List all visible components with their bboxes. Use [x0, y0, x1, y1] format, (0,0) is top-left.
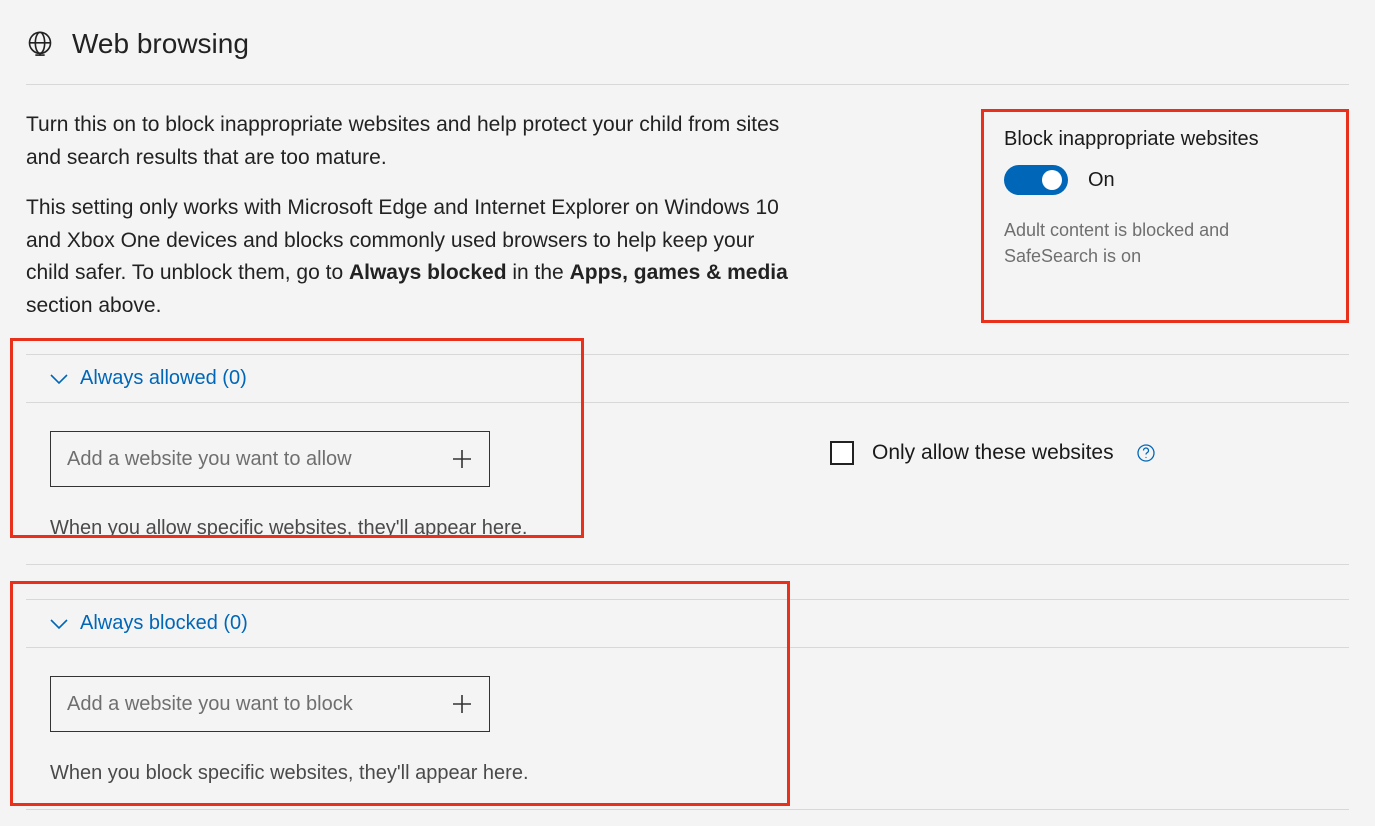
add-allow-placeholder: Add a website you want to allow — [67, 448, 352, 471]
always-allowed-section: Always allowed (0) Add a website you wan… — [26, 354, 1349, 565]
always-allowed-header[interactable]: Always allowed (0) — [26, 355, 1349, 402]
chevron-down-icon — [50, 373, 68, 385]
globe-icon — [26, 30, 54, 58]
plus-icon[interactable] — [451, 448, 473, 470]
only-allow-checkbox[interactable] — [830, 441, 854, 465]
description: Turn this on to block inappropriate webs… — [26, 109, 796, 340]
always-blocked-header[interactable]: Always blocked (0) — [26, 600, 1349, 647]
only-allow-label: Only allow these websites — [872, 441, 1114, 465]
add-block-input[interactable]: Add a website you want to block — [50, 676, 490, 732]
block-toggle[interactable] — [1004, 165, 1068, 195]
block-toggle-title: Block inappropriate websites — [1004, 128, 1326, 151]
add-block-placeholder: Add a website you want to block — [67, 693, 353, 716]
add-allow-input[interactable]: Add a website you want to allow — [50, 431, 490, 487]
page-title: Web browsing — [72, 28, 249, 60]
help-icon[interactable] — [1136, 443, 1156, 463]
always-blocked-section: Always blocked (0) Add a website you wan… — [26, 599, 1349, 810]
page-header: Web browsing — [26, 28, 1349, 85]
allowed-empty-hint: When you allow specific websites, they'l… — [50, 517, 580, 540]
block-toggle-hint: Adult content is blocked and SafeSearch … — [1004, 217, 1326, 269]
always-allowed-label: Always allowed (0) — [80, 367, 247, 390]
description-p1: Turn this on to block inappropriate webs… — [26, 109, 796, 174]
plus-icon[interactable] — [451, 693, 473, 715]
always-blocked-label: Always blocked (0) — [80, 612, 248, 635]
block-toggle-state: On — [1088, 169, 1115, 192]
blocked-empty-hint: When you block specific websites, they'l… — [50, 762, 580, 785]
block-inappropriate-panel: Block inappropriate websites On Adult co… — [981, 109, 1349, 323]
description-p2: This setting only works with Microsoft E… — [26, 192, 796, 322]
chevron-down-icon — [50, 618, 68, 630]
